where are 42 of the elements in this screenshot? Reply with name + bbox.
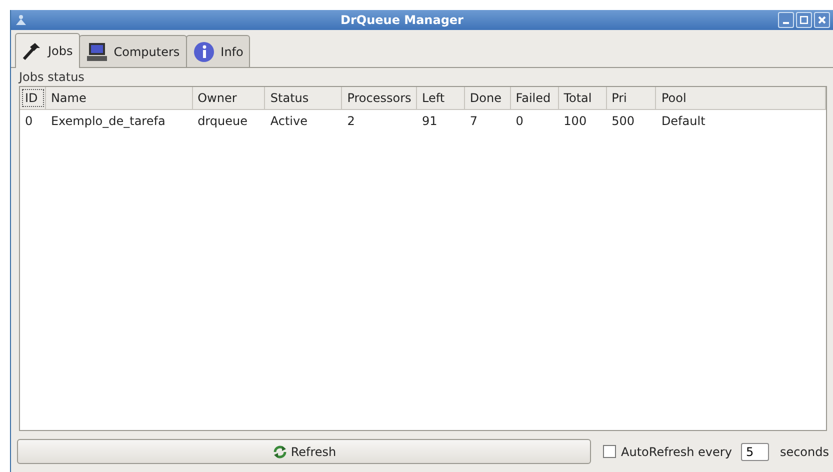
table-cell-text: 0 <box>514 114 524 128</box>
column-header[interactable]: Status <box>265 87 342 109</box>
computer-icon <box>86 42 108 62</box>
tab[interactable]: Info <box>186 35 250 67</box>
info-icon <box>192 40 215 62</box>
column-header[interactable]: Owner <box>192 87 266 109</box>
tab[interactable]: Jobs <box>15 33 80 68</box>
column-header[interactable]: Name <box>46 87 193 109</box>
column-header[interactable]: Total <box>558 87 607 109</box>
table-cell-text: Active <box>269 114 308 128</box>
column-header[interactable]: Processors <box>342 87 418 109</box>
autorefresh-label: AutoRefresh every <box>621 444 732 458</box>
refresh-icon <box>272 444 288 460</box>
tab[interactable]: Computers <box>78 35 187 67</box>
column-header[interactable]: Pri <box>606 87 656 109</box>
app-icon <box>14 13 28 27</box>
table-cell-text: 100 <box>562 114 588 128</box>
interval-field[interactable]: 5 <box>740 442 769 460</box>
hammer-icon <box>22 42 42 60</box>
close-icon <box>818 16 826 24</box>
maximize-icon <box>800 16 808 24</box>
table-cell-text: 2 <box>346 114 356 128</box>
column-header[interactable]: Left <box>417 87 465 109</box>
group-label: Jobs status <box>19 70 86 84</box>
window-title: DrQueue Manager <box>340 13 464 27</box>
close-button[interactable] <box>814 12 830 28</box>
column-header[interactable]: Done <box>464 87 511 109</box>
autorefresh-checkbox[interactable] <box>603 445 616 458</box>
minimize-button[interactable] <box>778 12 794 28</box>
table-cell-text: 500 <box>610 114 636 128</box>
table-cell-text: Default <box>660 114 706 128</box>
refresh-button[interactable]: Refresh <box>17 439 592 464</box>
table-cell-text: 7 <box>468 114 479 128</box>
column-header[interactable]: Pool <box>656 87 826 109</box>
column-header[interactable]: Failed <box>510 87 559 109</box>
seconds-label: seconds <box>780 444 829 458</box>
table-cell-text: 0 <box>24 114 34 128</box>
table-cell-text: Exemplo_de_tarefa <box>50 114 166 128</box>
table-cell-text: 91 <box>421 114 438 128</box>
table-cell-text: drqueue <box>196 114 248 128</box>
column-header[interactable]: ID <box>20 87 46 109</box>
maximize-button[interactable] <box>796 12 812 28</box>
